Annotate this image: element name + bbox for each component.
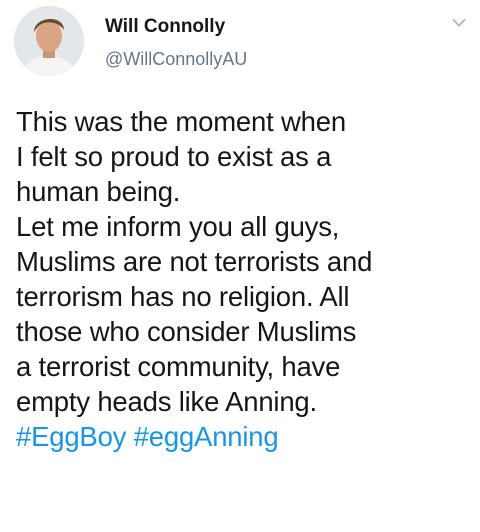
tweet-text: This was the moment when I felt so proud…: [16, 104, 474, 454]
author-handle[interactable]: @WillConnollyAU: [105, 48, 247, 70]
tweet-text-line: Muslims are not terrorists and: [16, 246, 373, 277]
tweet-text-line: human being.: [16, 176, 181, 207]
tweet-text-line: I felt so proud to exist as a: [16, 141, 332, 172]
tweet-text-line: terrorism has no religion. All: [16, 281, 350, 312]
hashtag-link[interactable]: #EggBoy: [16, 421, 126, 452]
author-names: Will Connolly @WillConnollyAU: [105, 16, 247, 70]
tweet-text-line: Let me inform you all guys,: [16, 211, 340, 242]
avatar[interactable]: [14, 6, 84, 76]
avatar-photo: [14, 6, 84, 76]
tweet-header: Will Connolly @WillConnollyAU: [14, 6, 480, 82]
hashtag-link[interactable]: #eggAnning: [134, 421, 279, 452]
tweet-card: Will Connolly @WillConnollyAU This was t…: [0, 0, 480, 532]
author-display-name[interactable]: Will Connolly: [105, 16, 247, 38]
chevron-down-icon[interactable]: [452, 18, 466, 28]
tweet-text-line: a terrorist community, have: [16, 351, 341, 382]
tweet-text-line: This was the moment when: [16, 106, 346, 137]
tweet-text-line: empty heads like Anning.: [16, 386, 317, 417]
tweet-text-line: those who consider Muslims: [16, 316, 357, 347]
hashtag-line: #EggBoy #eggAnning: [16, 419, 474, 454]
